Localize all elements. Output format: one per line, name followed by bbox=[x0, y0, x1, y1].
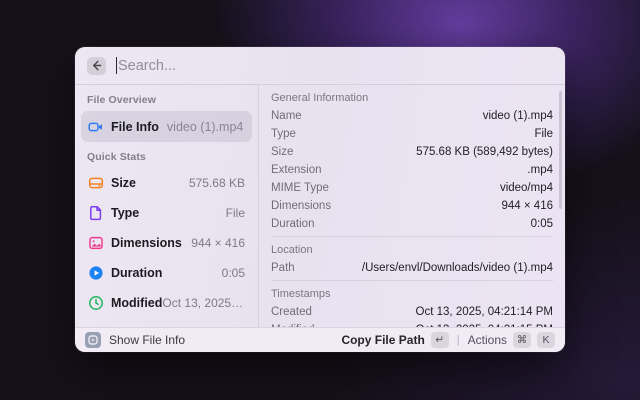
scrollbar-thumb[interactable] bbox=[559, 91, 562, 209]
sidebar-item-duration[interactable]: Duration 0:05 bbox=[81, 258, 252, 288]
section-title-timestamps: Timestamps bbox=[271, 285, 553, 303]
search-input[interactable] bbox=[118, 58, 553, 74]
detail-row-mime-type: MIME Type video/mp4 bbox=[271, 179, 553, 197]
actions-button[interactable]: Actions bbox=[468, 333, 507, 347]
section-title-quick-stats: Quick Stats bbox=[81, 150, 252, 164]
sidebar-item-type[interactable]: Type File bbox=[81, 198, 252, 228]
detail-row-type: Type File bbox=[271, 125, 553, 143]
sidebar: File Overview File Info video (1).mp4 Qu… bbox=[75, 85, 258, 327]
clock-icon bbox=[88, 295, 104, 311]
section-title-location: Location bbox=[271, 241, 553, 259]
sidebar-item-label: File Info bbox=[111, 120, 159, 134]
copy-file-path-button[interactable]: Copy File Path bbox=[341, 333, 424, 347]
sidebar-item-size[interactable]: Size 575.68 KB bbox=[81, 168, 252, 198]
details-panel: General Information Name video (1).mp4 T… bbox=[259, 85, 565, 327]
detail-row-dimensions: Dimensions 944 × 416 bbox=[271, 197, 553, 215]
detail-row-duration: Duration 0:05 bbox=[271, 215, 553, 233]
show-file-info-app-icon bbox=[85, 332, 101, 348]
detail-row-extension: Extension .mp4 bbox=[271, 161, 553, 179]
footer-bar: Show File Info Copy File Path ↵ | Action… bbox=[75, 327, 565, 352]
detail-row-name: Name video (1).mp4 bbox=[271, 107, 553, 125]
document-icon bbox=[88, 205, 104, 221]
file-info-window: File Overview File Info video (1).mp4 Qu… bbox=[75, 47, 565, 352]
sidebar-item-subtitle: video (1).mp4 bbox=[167, 120, 243, 134]
sidebar-item-dimensions[interactable]: Dimensions 944 × 416 bbox=[81, 228, 252, 258]
detail-row-path: Path /Users/envl/Downloads/video (1).mp4 bbox=[271, 259, 553, 277]
section-title-general-information: General Information bbox=[271, 89, 553, 107]
command-keycap: ⌘ bbox=[513, 332, 531, 348]
detail-row-size: Size 575.68 KB (589,492 bytes) bbox=[271, 143, 553, 161]
footer-command-label: Show File Info bbox=[109, 333, 185, 347]
back-button[interactable] bbox=[87, 57, 106, 75]
section-title-file-overview: File Overview bbox=[81, 93, 252, 107]
sidebar-item-file-info[interactable]: File Info video (1).mp4 bbox=[81, 111, 252, 142]
search-header bbox=[75, 47, 565, 85]
detail-row-created: Created Oct 13, 2025, 04:21:14 PM bbox=[271, 303, 553, 321]
return-keycap: ↵ bbox=[431, 332, 449, 348]
text-cursor bbox=[116, 57, 117, 74]
k-keycap: K bbox=[537, 332, 555, 348]
image-icon bbox=[88, 235, 104, 251]
footer-separator: | bbox=[457, 334, 460, 346]
play-circle-icon bbox=[88, 265, 104, 281]
back-arrow-icon bbox=[91, 60, 102, 71]
desktop-background: File Overview File Info video (1).mp4 Qu… bbox=[0, 0, 640, 400]
video-camera-icon bbox=[88, 119, 104, 135]
hard-drive-icon bbox=[88, 175, 104, 191]
detail-row-modified: Modified Oct 13, 2025, 04:21:15 PM bbox=[271, 321, 553, 327]
section-divider bbox=[271, 236, 553, 237]
sidebar-item-modified[interactable]: Modified Oct 13, 2025, 04:2... bbox=[81, 288, 252, 318]
section-divider bbox=[271, 280, 553, 281]
